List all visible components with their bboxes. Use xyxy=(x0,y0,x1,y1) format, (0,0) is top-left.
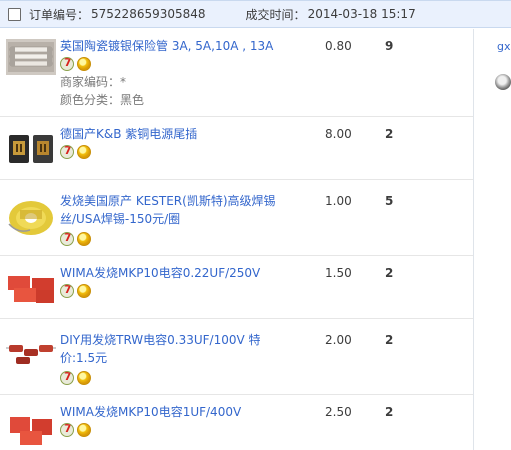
item-quantity: 5 xyxy=(385,194,394,208)
order-number: 575228659305848 xyxy=(91,7,206,21)
item-price: 1.50 xyxy=(325,266,352,280)
item-title-link[interactable]: WIMA发烧MKP10电容1UF/400V xyxy=(60,403,320,421)
consumer-protection-icon[interactable] xyxy=(77,145,91,159)
item-price: 2.50 xyxy=(325,405,352,419)
consumer-protection-icon[interactable] xyxy=(77,423,91,437)
item-badges: 7 xyxy=(60,57,91,71)
column-divider xyxy=(473,29,474,450)
consumer-protection-icon[interactable] xyxy=(77,57,91,71)
item-badges: 7 xyxy=(60,232,91,246)
seven-day-return-icon[interactable]: 7 xyxy=(60,371,74,385)
item-badges: 7 xyxy=(60,371,91,385)
seven-day-return-icon[interactable]: 7 xyxy=(60,232,74,246)
item-title-link[interactable]: DIY用发烧TRW电容0.33UF/100V 特价:1.5元 xyxy=(60,331,290,367)
order-time: 2014-03-18 15:17 xyxy=(307,7,416,21)
item-title-link[interactable]: WIMA发烧MKP10电容0.22UF/250V xyxy=(60,264,320,282)
order-item-row: 英国陶瓷镀银保险管 3A, 5A,10A , 13A 7 商家编码：* 颜色分类… xyxy=(0,29,473,117)
item-price: 1.00 xyxy=(325,194,352,208)
item-quantity: 9 xyxy=(385,39,394,53)
fuse-icon[interactable] xyxy=(6,39,56,75)
solder-spool-icon[interactable] xyxy=(6,194,56,238)
order-select-checkbox[interactable] xyxy=(8,7,21,21)
capacitor-icon[interactable] xyxy=(6,335,56,371)
seven-day-return-icon[interactable]: 7 xyxy=(60,423,74,437)
order-item-row: 德国产K&B 紫铜电源尾插 7 8.00 2 xyxy=(0,117,473,180)
capacitor-icon[interactable] xyxy=(6,407,56,447)
item-title-link[interactable]: 德国产K&B 紫铜电源尾插 xyxy=(60,125,320,143)
item-quantity: 2 xyxy=(385,266,394,280)
order-item-row: DIY用发烧TRW电容0.33UF/100V 特价:1.5元 7 2.00 2 xyxy=(0,319,473,395)
seven-day-return-icon[interactable]: 7 xyxy=(60,145,74,159)
item-price: 2.00 xyxy=(325,333,352,347)
item-badges: 7 xyxy=(60,145,91,159)
order-item-row: WIMA发烧MKP10电容1UF/400V 7 2.50 2 xyxy=(0,395,473,450)
item-badges: 7 xyxy=(60,423,91,437)
seven-day-return-icon[interactable]: 7 xyxy=(60,57,74,71)
order-number-label: 订单编号： xyxy=(29,7,90,22)
power-plug-icon[interactable] xyxy=(6,129,56,169)
consumer-protection-icon[interactable] xyxy=(77,371,91,385)
item-quantity: 2 xyxy=(385,127,394,141)
item-title-link[interactable]: 英国陶瓷镀银保险管 3A, 5A,10A , 13A xyxy=(60,37,320,55)
item-title-link[interactable]: 发烧美国原产 KESTER(凯斯特)高级焊锡丝/USA焊锡-150元/圈 xyxy=(60,192,285,228)
merchant-code: 商家编码：* xyxy=(60,75,127,89)
capacitor-icon[interactable] xyxy=(6,268,56,308)
item-badges: 7 xyxy=(60,284,91,298)
consumer-protection-icon[interactable] xyxy=(77,284,91,298)
order-item-row: 发烧美国原产 KESTER(凯斯特)高级焊锡丝/USA焊锡-150元/圈 7 1… xyxy=(0,180,473,256)
color-category: 颜色分类：黑色 xyxy=(60,93,145,107)
item-quantity: 2 xyxy=(385,405,394,419)
order-item-row: WIMA发烧MKP10电容0.22UF/250V 7 1.50 2 xyxy=(0,256,473,319)
item-price: 0.80 xyxy=(325,39,352,53)
order-header: 订单编号： 575228659305848 成交时间： 2014-03-18 1… xyxy=(0,0,511,28)
consumer-protection-icon[interactable] xyxy=(77,232,91,246)
order-time-label: 成交时间： xyxy=(245,7,306,22)
seller-name[interactable]: gx xyxy=(497,40,511,53)
item-price: 8.00 xyxy=(325,127,352,141)
seven-day-return-icon[interactable]: 7 xyxy=(60,284,74,298)
item-quantity: 2 xyxy=(385,333,394,347)
wangwang-icon[interactable] xyxy=(495,74,511,90)
